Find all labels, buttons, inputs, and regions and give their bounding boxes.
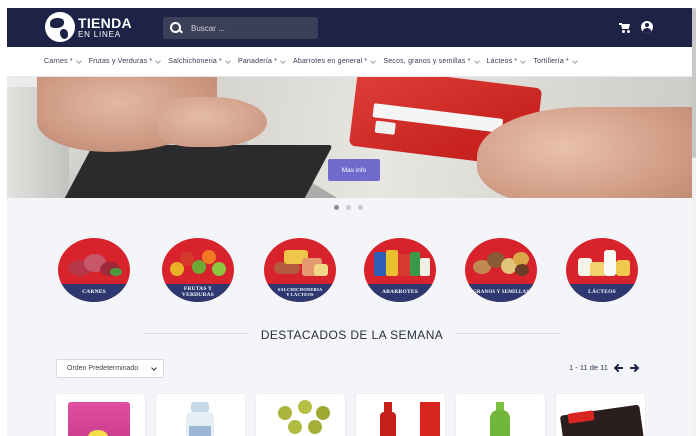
chevron-down-icon bbox=[225, 57, 231, 64]
carousel-dot[interactable] bbox=[346, 205, 351, 210]
nav-item-salchichoneria[interactable]: Salchichoneria * bbox=[168, 57, 231, 65]
divider bbox=[143, 333, 247, 334]
page-frame: TIENDA EN LINEA Carnes* Frutas y Verdura… bbox=[7, 8, 692, 436]
sort-select[interactable]: Orden Predeterminado bbox=[56, 359, 164, 378]
category-label: CARNES bbox=[82, 289, 106, 296]
search-icon[interactable] bbox=[163, 17, 185, 39]
product-card[interactable] bbox=[156, 394, 245, 436]
search-input[interactable] bbox=[191, 23, 311, 33]
category-carnes[interactable]: CARNES bbox=[58, 238, 130, 302]
carousel-dots bbox=[334, 205, 363, 210]
deli-image bbox=[270, 246, 330, 282]
nav-item-secos[interactable]: Secos, granos y semillas * bbox=[383, 57, 480, 65]
chevron-down-icon bbox=[280, 57, 286, 64]
category-label: FRUTAS Y VERDURAS bbox=[181, 286, 215, 298]
mas-info-button[interactable]: Mas info bbox=[328, 159, 380, 181]
nav-item-abarrotes[interactable]: Abarrotes en general * bbox=[293, 57, 377, 65]
nav-item-frutas[interactable]: Frutas y Verduras * bbox=[89, 57, 162, 65]
category-lacteos[interactable]: LÁCTEOS bbox=[566, 238, 638, 302]
product-card[interactable] bbox=[456, 394, 545, 436]
hero-banner: Mas info bbox=[7, 77, 692, 198]
fruits-image bbox=[168, 246, 228, 282]
product-card[interactable] bbox=[256, 394, 345, 436]
arrow-left-icon[interactable] bbox=[614, 364, 623, 372]
logo-subtitle: EN LINEA bbox=[78, 29, 121, 39]
dairy-image bbox=[572, 246, 632, 282]
meat-image bbox=[64, 246, 124, 282]
carousel-dot[interactable] bbox=[358, 205, 363, 210]
nav-item-lacteos[interactable]: Lácteos * bbox=[487, 57, 527, 65]
groceries-image bbox=[370, 246, 430, 282]
chevron-down-icon bbox=[75, 57, 82, 64]
divider bbox=[457, 333, 561, 334]
chevron-down-icon bbox=[473, 57, 480, 64]
category-salchichoneria[interactable]: SALCHICHONERIA Y LÁCTEOS bbox=[264, 238, 336, 302]
product-card[interactable] bbox=[356, 394, 445, 436]
grains-image bbox=[471, 246, 531, 282]
nav-item-carnes[interactable]: Carnes * bbox=[44, 57, 82, 65]
product-card[interactable] bbox=[556, 394, 645, 436]
category-label: GRANOS Y SEMILLAS bbox=[472, 290, 530, 296]
product-image bbox=[496, 402, 504, 410]
category-label: ABARROTES bbox=[381, 289, 419, 296]
product-image bbox=[191, 402, 209, 412]
user-icon[interactable] bbox=[641, 21, 653, 33]
category-label: SALCHICHONERIA Y LÁCTEOS bbox=[277, 287, 323, 297]
arrow-right-icon[interactable] bbox=[629, 364, 638, 372]
pagination-count: 1 - 11 de 11 bbox=[569, 363, 608, 372]
section-title: DESTACADOS DE LA SEMANA bbox=[260, 328, 444, 342]
product-card[interactable] bbox=[56, 394, 145, 436]
chevron-down-icon bbox=[155, 57, 162, 64]
carousel-dot[interactable] bbox=[334, 205, 339, 210]
nav-item-panaderia[interactable]: Panadería * bbox=[238, 57, 286, 65]
logo[interactable]: TIENDA EN LINEA bbox=[45, 12, 132, 42]
search-box bbox=[163, 17, 318, 39]
nav-item-tortilleria[interactable]: Tortillería * bbox=[533, 57, 578, 65]
category-label: LÁCTEOS bbox=[588, 289, 616, 296]
hand-image bbox=[477, 107, 692, 198]
chevron-down-icon bbox=[520, 57, 527, 64]
category-abarrotes[interactable]: ABARROTES bbox=[364, 238, 436, 302]
top-header: TIENDA EN LINEA bbox=[7, 8, 692, 47]
chevron-down-icon bbox=[572, 57, 578, 64]
chevron-down-icon bbox=[370, 57, 377, 64]
category-nav: Carnes * Frutas y Verduras * Salchichoneri… bbox=[7, 47, 692, 77]
product-image bbox=[278, 406, 292, 420]
cart-icon[interactable] bbox=[619, 23, 631, 33]
keyboard-image bbox=[61, 145, 333, 198]
globe-icon bbox=[45, 12, 75, 42]
scrollbar-thumb[interactable] bbox=[692, 8, 696, 158]
chevron-down-icon bbox=[151, 364, 158, 371]
sort-label: Orden Predeterminado bbox=[67, 365, 139, 372]
category-granos-semillas[interactable]: GRANOS Y SEMILLAS bbox=[465, 238, 537, 302]
product-image bbox=[384, 402, 392, 412]
category-frutas-verduras[interactable]: FRUTAS Y VERDURAS bbox=[162, 238, 234, 302]
logo-title: TIENDA bbox=[78, 14, 132, 31]
pagination: 1 - 11 de 11 bbox=[569, 363, 638, 372]
